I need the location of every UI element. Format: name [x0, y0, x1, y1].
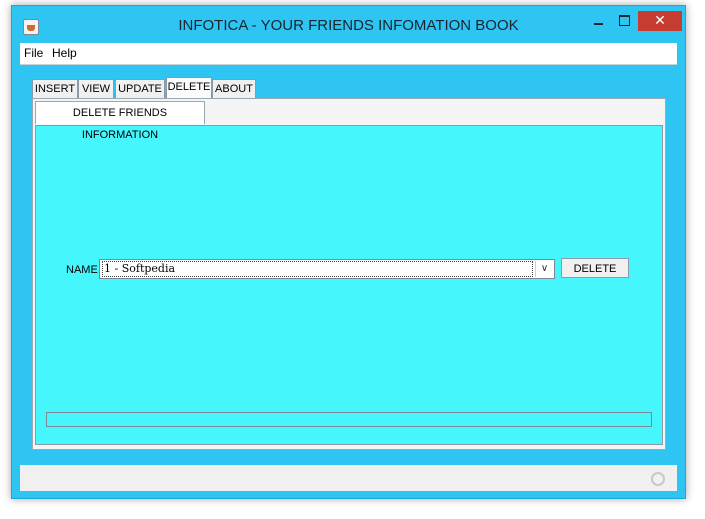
chevron-down-icon[interactable]: ∨	[535, 261, 553, 277]
maximize-icon	[618, 15, 630, 26]
menu-bar: File Help	[20, 43, 677, 65]
name-label: NAME	[66, 264, 98, 276]
tab-insert[interactable]: INSERT	[32, 79, 78, 98]
delete-tab-panel: DELETE FRIENDS INFORMATION NAME 1 - Soft…	[32, 98, 666, 450]
status-bar	[20, 465, 677, 491]
main-content: INSERT VIEW UPDATE DELETE ABOUT DELETE F…	[20, 65, 677, 464]
title-bar[interactable]: INFOTICA - YOUR FRIENDS INFOMATION BOOK …	[12, 6, 685, 43]
close-button[interactable]: ✕	[638, 11, 682, 31]
tab-about[interactable]: ABOUT	[212, 79, 256, 98]
minimize-button[interactable]	[585, 11, 611, 31]
delete-button[interactable]: DELETE	[561, 258, 629, 278]
status-field	[46, 412, 652, 427]
menu-file[interactable]: File	[24, 46, 43, 60]
app-window: INFOTICA - YOUR FRIENDS INFOMATION BOOK …	[11, 5, 686, 499]
tab-update[interactable]: UPDATE	[115, 79, 165, 98]
tab-view[interactable]: VIEW	[78, 79, 114, 98]
close-icon: ✕	[654, 13, 666, 29]
minimize-icon	[593, 22, 603, 25]
tab-delete-friends-information[interactable]: DELETE FRIENDS INFORMATION	[35, 101, 205, 141]
tab-delete[interactable]: DELETE	[166, 77, 212, 99]
name-dropdown-value: 1 - Softpedia	[102, 261, 533, 277]
menu-help[interactable]: Help	[52, 46, 77, 60]
busy-indicator-icon	[651, 472, 665, 486]
maximize-button[interactable]	[611, 11, 637, 31]
delete-form-panel: NAME 1 - Softpedia ∨ DELETE	[35, 125, 663, 445]
name-dropdown[interactable]: 1 - Softpedia ∨	[99, 259, 555, 279]
